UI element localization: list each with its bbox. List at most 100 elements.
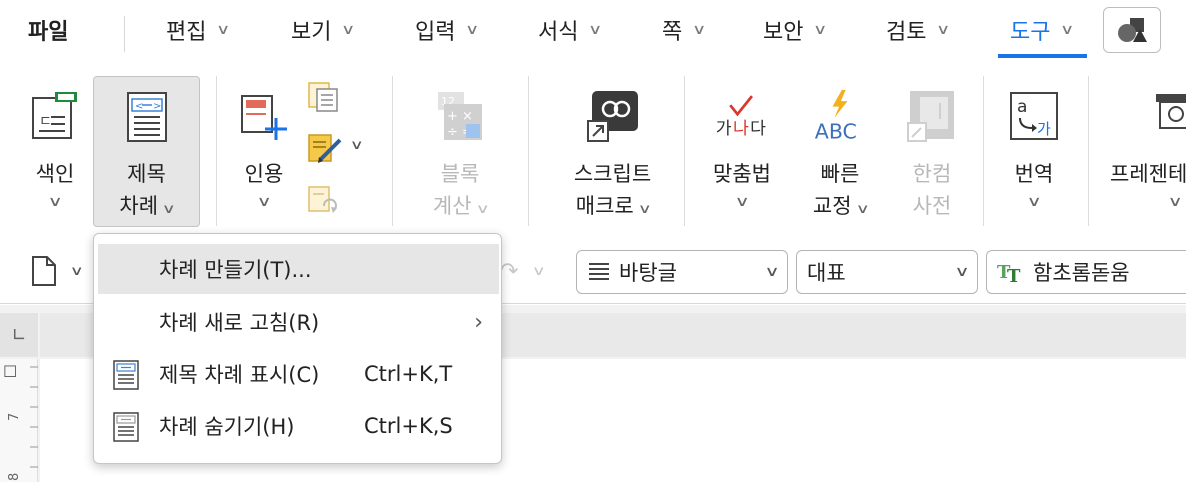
hancom-dictionary-label-line2: 사전: [912, 194, 952, 218]
chevron-down-icon: ∨: [734, 194, 750, 210]
menu-file[interactable]: 파일: [28, 0, 68, 60]
footnote-list-icon[interactable]: [306, 80, 340, 114]
svg-text:ㄷ: ㄷ: [39, 114, 52, 130]
svg-text:T: T: [1007, 266, 1021, 284]
toc-button[interactable]: < > 제목 차례 ∨: [93, 76, 200, 227]
menu-item-label: 차례 숨기기(H): [159, 415, 295, 439]
quick-correct-label-line2: 교정: [812, 194, 852, 218]
toc-hide-icon: [113, 412, 139, 442]
quick-correct-icon: ABC: [812, 88, 868, 144]
translate-button[interactable]: a 가 번역 ∨: [984, 76, 1084, 226]
shapes-icon: [1118, 18, 1147, 42]
chevron-down-icon: ∨: [349, 138, 364, 153]
chevron-down-icon: ∨: [216, 22, 231, 38]
menu-review-label: 검토: [886, 20, 927, 45]
chevron-down-icon: ∨: [161, 202, 176, 217]
menu-item-label: 차례 만들기(T)...: [159, 258, 312, 282]
menu-view[interactable]: 보기 ∨: [291, 0, 356, 60]
hancom-dictionary-label-line1: 한컴: [912, 162, 952, 186]
edit-citation-button[interactable]: ∨: [306, 132, 376, 166]
dictionary-icon: [904, 88, 960, 144]
style-select-value: 바탕글: [619, 261, 677, 285]
redo-button[interactable]: ↷ ∨: [500, 256, 560, 286]
chevron-down-icon: ∨: [764, 264, 780, 280]
macro-icon: [585, 88, 641, 144]
chevron-right-icon: ›: [474, 309, 483, 335]
chevron-down-icon: ∨: [1167, 194, 1183, 210]
menu-item-create-toc[interactable]: 차례 만들기(T)...: [98, 244, 499, 294]
ribbon-divider: [528, 76, 529, 226]
presentation-label: 프레젠테: [1110, 162, 1186, 186]
translate-label: 번역: [1014, 162, 1054, 186]
menu-page[interactable]: 쪽 ∨: [662, 0, 707, 60]
vertical-ruler[interactable]: ☐ 7 8: [0, 359, 38, 482]
paragraph-style-icon: [589, 263, 609, 280]
menu-review[interactable]: 검토 ∨: [886, 0, 951, 60]
chevron-down-icon: ∨: [637, 202, 652, 217]
font-select[interactable]: T T 함초롬돋움: [986, 250, 1186, 294]
script-macro-label-line2: 매크로: [575, 194, 634, 218]
menu-view-label: 보기: [291, 20, 332, 45]
block-calc-button[interactable]: 12 + × ÷ = 블록 계산 ∨: [410, 76, 510, 226]
menu-security-label: 보안: [763, 20, 804, 45]
chevron-down-icon: ∨: [465, 22, 480, 38]
new-document-icon: [32, 256, 56, 286]
menu-edit[interactable]: 편집 ∨: [166, 0, 231, 60]
chevron-down-icon: ∨: [475, 202, 490, 217]
chevron-down-icon: ∨: [341, 22, 356, 38]
font-language-value: 대표: [807, 261, 846, 285]
svg-text:>: >: [153, 101, 161, 112]
chevron-down-icon: ∨: [256, 194, 272, 210]
calculator-icon: 12 + × ÷ =: [432, 88, 488, 144]
toc-label-line1: 제목: [127, 162, 166, 186]
font-language-select[interactable]: 대표 ∨: [796, 250, 978, 294]
toc-dropdown-menu: 차례 만들기(T)... 차례 새로 고침(R) › 제목 차례 표시(C) C…: [93, 233, 502, 464]
script-macro-label: 스크립트 매크로 ∨: [573, 158, 652, 226]
translate-icon-a: a: [1017, 97, 1027, 117]
chevron-down-icon: ∨: [47, 194, 63, 210]
toc-icon: < >: [119, 89, 175, 144]
menu-tools[interactable]: 도구 ∨: [998, 0, 1087, 60]
citation-label: 인용: [244, 162, 284, 186]
index-button[interactable]: ㄷ 색인 ∨: [5, 76, 105, 226]
tab-stop-icon: ∟: [11, 324, 27, 346]
spellcheck-button[interactable]: 가 나 다 맞춤법 ∨: [692, 76, 792, 226]
index-icon: ㄷ: [27, 88, 83, 144]
pencil-note-icon: [308, 134, 342, 163]
menu-item-refresh-toc[interactable]: 차례 새로 고침(R) ›: [98, 297, 499, 347]
presentation-button[interactable]: 프레젠테 ∨: [1100, 76, 1186, 226]
chevron-down-icon: ∨: [936, 22, 951, 38]
menu-format[interactable]: 서식 ∨: [538, 0, 603, 60]
chevron-down-icon: ∨: [588, 22, 603, 38]
shapes-button[interactable]: [1103, 7, 1161, 53]
citation-icon: [236, 88, 292, 144]
script-macro-button[interactable]: 스크립트 매크로 ∨: [555, 76, 670, 226]
chevron-down-icon: ∨: [954, 264, 970, 280]
menu-insert-label: 입력: [415, 20, 456, 45]
index-label: 색인: [35, 162, 75, 186]
refresh-citation-icon[interactable]: [306, 184, 340, 218]
menu-item-hide-toc[interactable]: 차례 숨기기(H) Ctrl+K,S: [98, 401, 499, 451]
new-document-button[interactable]: ∨: [30, 254, 90, 288]
quick-correct-button[interactable]: ABC 빠른 교정 ∨: [790, 76, 890, 226]
menu-insert[interactable]: 입력 ∨: [415, 0, 480, 60]
quick-correct-icon-text: ABC: [815, 119, 857, 143]
script-macro-label-line1: 스크립트: [573, 162, 652, 186]
spell-icon-da: 다: [750, 119, 766, 139]
menu-edit-label: 편집: [166, 20, 207, 45]
menu-divider: [124, 16, 125, 52]
toc-label: 제목 차례 ∨: [119, 158, 176, 226]
active-tab-indicator: [998, 54, 1087, 58]
style-select[interactable]: 바탕글 ∨: [576, 250, 788, 294]
block-calc-label-line2: 계산: [432, 194, 472, 218]
menu-item-show-toc[interactable]: 제목 차례 표시(C) Ctrl+K,T: [98, 349, 499, 399]
hancom-dictionary-button[interactable]: 한컴 사전: [882, 76, 982, 226]
citation-button[interactable]: 인용 ∨: [214, 76, 314, 226]
menu-tools-label: 도구: [1010, 20, 1051, 45]
ruler-corner-button[interactable]: ∟: [0, 313, 38, 357]
translate-icon: a 가: [1006, 88, 1062, 144]
spellcheck-icon: 가 나 다: [714, 88, 770, 144]
ribbon-divider: [684, 76, 685, 226]
menu-bar: 파일 편집 ∨ 보기 ∨ 입력 ∨ 서식 ∨ 쪽 ∨ 보안 ∨ 검토 ∨ 도구 ∨: [0, 0, 1186, 64]
menu-security[interactable]: 보안 ∨: [763, 0, 828, 60]
